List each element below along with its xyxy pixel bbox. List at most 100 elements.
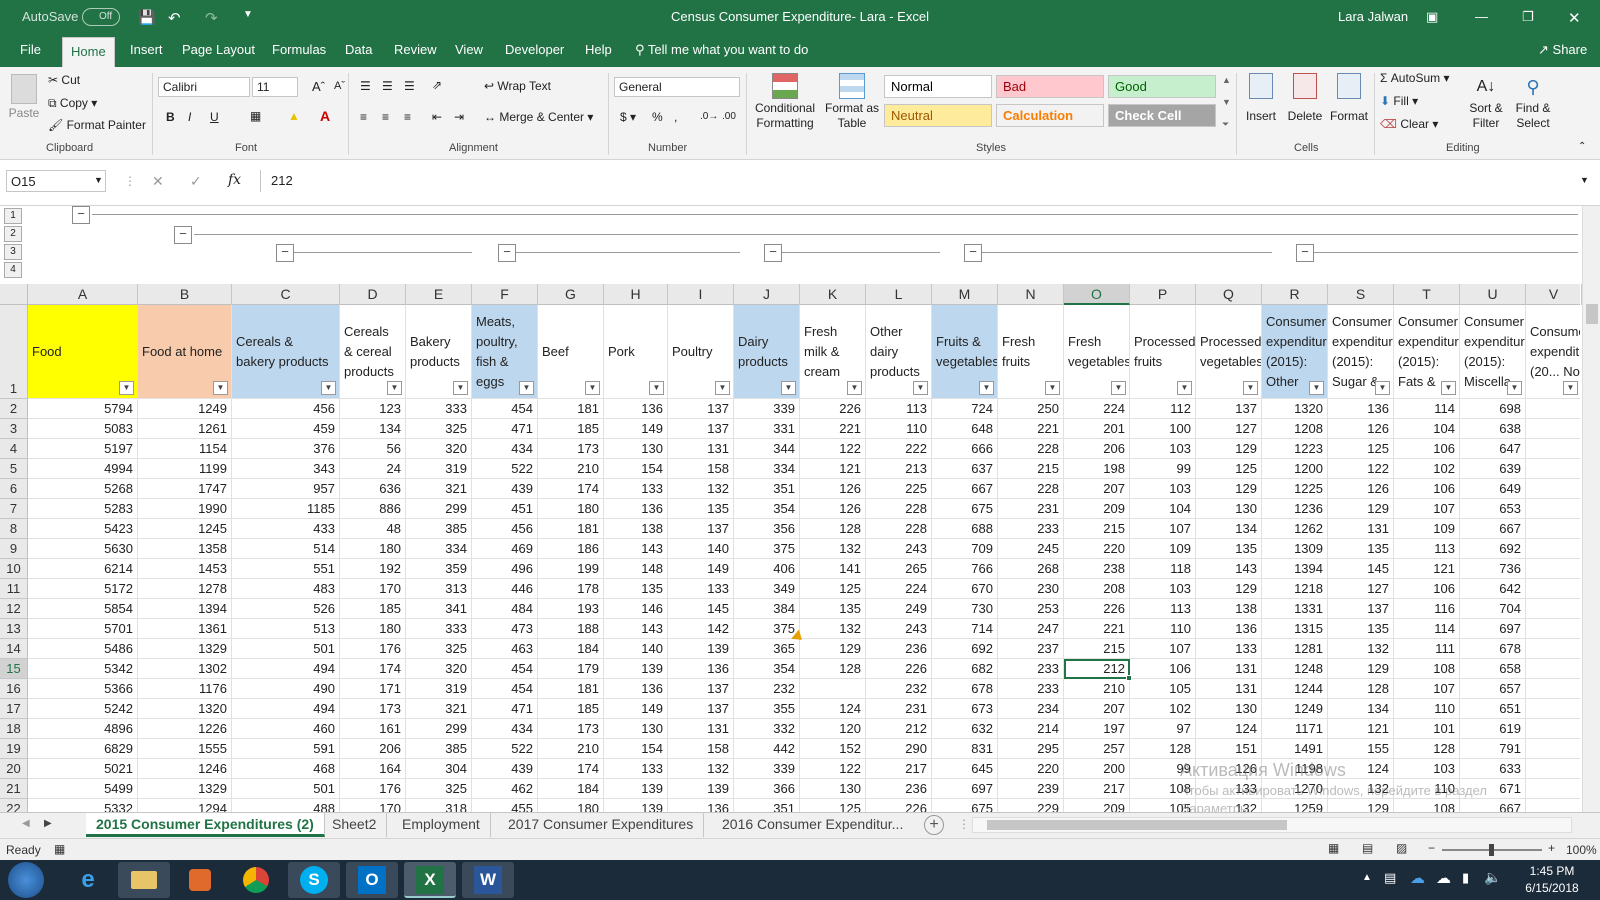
cell-b17[interactable]: 1320 <box>138 699 232 719</box>
align-left-icon[interactable]: ≡ <box>360 110 367 124</box>
cell-i17[interactable]: 137 <box>668 699 734 719</box>
column-header-s[interactable]: S <box>1328 284 1394 305</box>
cell-k7[interactable]: 126 <box>800 499 866 519</box>
cell-k6[interactable]: 126 <box>800 479 866 499</box>
cell-d22[interactable]: 170 <box>340 799 406 812</box>
cell-o20[interactable]: 200 <box>1064 759 1130 779</box>
tab-data[interactable]: Data <box>345 42 372 57</box>
cell-v15[interactable] <box>1526 659 1580 679</box>
cell-j6[interactable]: 351 <box>734 479 800 499</box>
cell-h7[interactable]: 136 <box>604 499 668 519</box>
currency-icon[interactable]: $ ▾ <box>620 110 636 124</box>
cell-b3[interactable]: 1261 <box>138 419 232 439</box>
cell-j3[interactable]: 331 <box>734 419 800 439</box>
cell-g14[interactable]: 184 <box>538 639 604 659</box>
cell-m6[interactable]: 667 <box>932 479 998 499</box>
cell-i9[interactable]: 140 <box>668 539 734 559</box>
row-header[interactable]: 20 <box>0 759 28 779</box>
row-header[interactable]: 16 <box>0 679 28 699</box>
macro-record-icon[interactable]: ▦ <box>54 842 65 856</box>
cell-n14[interactable]: 237 <box>998 639 1064 659</box>
cell-n4[interactable]: 228 <box>998 439 1064 459</box>
top-align-icon[interactable]: ☰ <box>360 79 371 93</box>
cell-g4[interactable]: 173 <box>538 439 604 459</box>
cell-g15[interactable]: 179 <box>538 659 604 679</box>
outline-collapse-button[interactable]: − <box>276 244 294 262</box>
cell-e15[interactable]: 320 <box>406 659 472 679</box>
cell-c6[interactable]: 957 <box>232 479 340 499</box>
cell-s12[interactable]: 137 <box>1328 599 1394 619</box>
row-header[interactable]: 19 <box>0 739 28 759</box>
cell-f19[interactable]: 522 <box>472 739 538 759</box>
cell-t10[interactable]: 121 <box>1394 559 1460 579</box>
cell-e17[interactable]: 321 <box>406 699 472 719</box>
cell-r19[interactable]: 1491 <box>1262 739 1328 759</box>
cell-e9[interactable]: 334 <box>406 539 472 559</box>
cell-f9[interactable]: 469 <box>472 539 538 559</box>
cell-s19[interactable]: 155 <box>1328 739 1394 759</box>
column-header-i[interactable]: I <box>668 284 734 305</box>
cell-c8[interactable]: 433 <box>232 519 340 539</box>
cell-t4[interactable]: 106 <box>1394 439 1460 459</box>
cell-i10[interactable]: 149 <box>668 559 734 579</box>
cell-v18[interactable] <box>1526 719 1580 739</box>
cell-u13[interactable]: 697 <box>1460 619 1526 639</box>
cell-n10[interactable]: 268 <box>998 559 1064 579</box>
cell-l15[interactable]: 226 <box>866 659 932 679</box>
cell-r9[interactable]: 1309 <box>1262 539 1328 559</box>
cell-c22[interactable]: 488 <box>232 799 340 812</box>
grow-font-icon[interactable]: Aˆ <box>312 79 325 94</box>
cell-v13[interactable] <box>1526 619 1580 639</box>
cell-m9[interactable]: 709 <box>932 539 998 559</box>
formula-input[interactable]: 212 <box>260 170 1582 192</box>
cell-n6[interactable]: 228 <box>998 479 1064 499</box>
filter-dropdown-icon[interactable]: ▼ <box>1177 381 1192 395</box>
filter-dropdown-icon[interactable]: ▼ <box>979 381 994 395</box>
cell-t8[interactable]: 109 <box>1394 519 1460 539</box>
cell-b14[interactable]: 1329 <box>138 639 232 659</box>
filter-dropdown-icon[interactable]: ▼ <box>1375 381 1390 395</box>
cell-g11[interactable]: 178 <box>538 579 604 599</box>
cell-c12[interactable]: 526 <box>232 599 340 619</box>
row-header[interactable]: 4 <box>0 439 28 459</box>
cell-l10[interactable]: 265 <box>866 559 932 579</box>
cell-v22[interactable] <box>1526 799 1580 812</box>
cell-a13[interactable]: 5701 <box>28 619 138 639</box>
cell-r3[interactable]: 1208 <box>1262 419 1328 439</box>
header-cell-v[interactable]: Consumer expenditure (20... Nonal ▼ <box>1526 305 1580 399</box>
cell-b10[interactable]: 1453 <box>138 559 232 579</box>
cell-v11[interactable] <box>1526 579 1580 599</box>
header-cell-d[interactable]: Cereals & cereal products ▼ <box>340 305 406 399</box>
cell-n16[interactable]: 233 <box>998 679 1064 699</box>
conditional-formatting-button[interactable]: Conditional Formatting <box>750 73 820 131</box>
cell-j13[interactable]: 375 <box>734 619 800 639</box>
cell-h15[interactable]: 139 <box>604 659 668 679</box>
cell-b12[interactable]: 1394 <box>138 599 232 619</box>
find-select-button[interactable]: ⚲ Find & Select <box>1510 73 1556 131</box>
cell-f14[interactable]: 463 <box>472 639 538 659</box>
header-cell-t[interactable]: Consumer expenditure (2015): Fats & ▼ <box>1394 305 1460 399</box>
row-header[interactable]: 6 <box>0 479 28 499</box>
row-header[interactable]: 14 <box>0 639 28 659</box>
cell-u20[interactable]: 633 <box>1460 759 1526 779</box>
vertical-scrollbar[interactable] <box>1582 284 1600 812</box>
cell-v14[interactable] <box>1526 639 1580 659</box>
cell-f7[interactable]: 451 <box>472 499 538 519</box>
cell-u9[interactable]: 692 <box>1460 539 1526 559</box>
cell-p19[interactable]: 128 <box>1130 739 1196 759</box>
cell-v6[interactable] <box>1526 479 1580 499</box>
cell-f11[interactable]: 446 <box>472 579 538 599</box>
cell-s15[interactable]: 129 <box>1328 659 1394 679</box>
tab-home[interactable]: Home <box>62 37 115 67</box>
column-header-u[interactable]: U <box>1460 284 1526 305</box>
cell-o5[interactable]: 198 <box>1064 459 1130 479</box>
cell-q19[interactable]: 151 <box>1196 739 1262 759</box>
tab-view[interactable]: View <box>455 42 483 57</box>
cell-d4[interactable]: 56 <box>340 439 406 459</box>
tab-developer[interactable]: Developer <box>505 42 564 57</box>
gallery-up-icon[interactable]: ▲ <box>1222 75 1231 85</box>
cell-s9[interactable]: 135 <box>1328 539 1394 559</box>
cell-i2[interactable]: 137 <box>668 399 734 419</box>
cell-e4[interactable]: 320 <box>406 439 472 459</box>
cell-a2[interactable]: 5794 <box>28 399 138 419</box>
